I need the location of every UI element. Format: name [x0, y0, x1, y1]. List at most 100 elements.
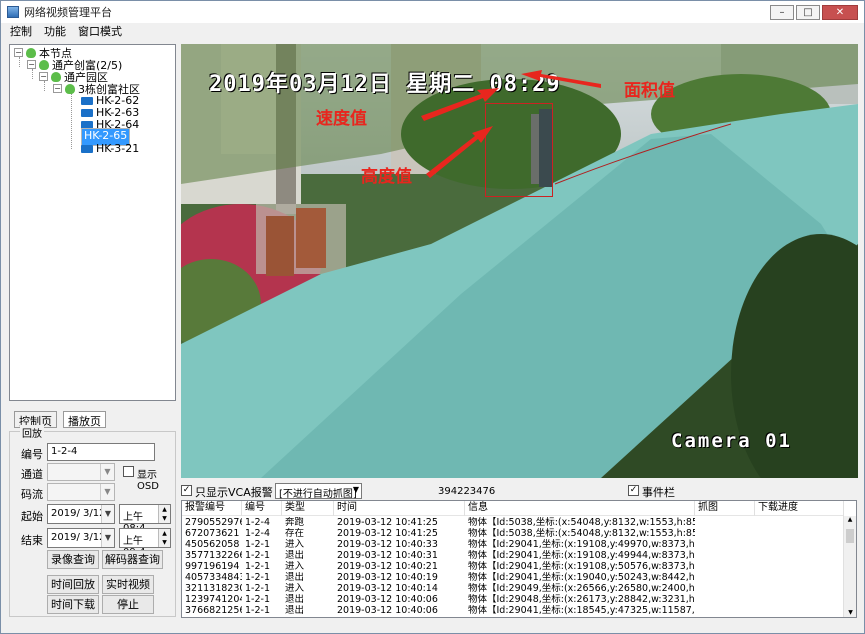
- id-input[interactable]: 1-2-4: [47, 443, 155, 461]
- scroll-thumb[interactable]: [846, 529, 854, 543]
- column-header[interactable]: 抓图: [695, 501, 755, 516]
- time-download-button[interactable]: 时间下载: [47, 595, 99, 614]
- table-cell: 物体【Id:29041,坐标:(x:19108,y:49970,w:8373,h…: [468, 539, 695, 550]
- maximize-button[interactable]: □: [796, 5, 820, 20]
- table-row[interactable]: 2790552976 1-2-4 奔跑 2019-03-12 10:41:25 物体【I…: [182, 517, 844, 528]
- menu-window-mode[interactable]: 窗口模式: [78, 23, 122, 39]
- title-bar[interactable]: 网络视频管理平台 – □ ✕: [1, 1, 864, 23]
- column-header[interactable]: 编号: [242, 501, 282, 516]
- table-cell: 物体【Id:29041,坐标:(x:19108,y:49944,w:8373,h…: [468, 550, 695, 561]
- table-row[interactable]: 450562058 1-2-1 进入 2019-03-12 10:40:33 物体【Id…: [182, 539, 844, 550]
- counter-value: 394223476: [438, 486, 496, 497]
- table-cell: 2019-03-12 10:40:14: [337, 583, 438, 594]
- column-header[interactable]: 时间: [334, 501, 465, 516]
- collapse-icon[interactable]: −: [39, 72, 48, 81]
- chevron-down-icon[interactable]: ▼: [101, 505, 114, 523]
- table-cell: 2019-03-12 10:41:25: [337, 528, 438, 539]
- start-date-picker[interactable]: 2019/ 3/12 ▼: [47, 504, 115, 524]
- table-cell: 1-2-1: [245, 539, 270, 550]
- osd-label: 显示OSD: [137, 470, 159, 492]
- alarm-table: 报警编号 编号 类型 时间 信息 抓图 下载进度 2790552976 1-2-4…: [181, 500, 857, 618]
- table-cell: 3211318230: [185, 583, 242, 594]
- table-cell: 2019-03-12 10:40:06: [337, 605, 438, 616]
- collapse-icon[interactable]: −: [14, 48, 23, 57]
- table-cell: 3577132266: [185, 550, 242, 561]
- menu-control[interactable]: 控制: [10, 23, 32, 39]
- id-label: 编号: [21, 448, 43, 461]
- column-header[interactable]: 类型: [282, 501, 334, 516]
- event-bar-checkbox[interactable]: ✓: [628, 485, 639, 496]
- end-date-picker[interactable]: 2019/ 3/12 ▼: [47, 528, 115, 548]
- decoder-query-button[interactable]: 解码器查询: [102, 550, 163, 569]
- table-cell: 1239741204: [185, 594, 242, 605]
- user-icon: [65, 83, 75, 94]
- start-time-picker[interactable]: 上午 08:4▲▼: [119, 504, 171, 534]
- camera-icon: [81, 108, 93, 117]
- user-icon: [39, 59, 49, 70]
- capture-mode-select[interactable]: [不进行自动抓图] ▼: [275, 483, 362, 500]
- table-cell: 奔跑: [285, 517, 305, 528]
- scroll-down-icon[interactable]: ▼: [844, 609, 856, 616]
- table-cell: 物体【Id:29048,坐标:(x:26173,y:28842,w:3231,h…: [468, 594, 695, 605]
- live-video-button[interactable]: 实时视频: [102, 575, 154, 594]
- start-date-value: 2019/ 3/12: [51, 508, 106, 519]
- collapse-icon[interactable]: −: [27, 60, 36, 69]
- table-cell: 进入: [285, 583, 305, 594]
- record-query-button[interactable]: 录像查询: [47, 550, 99, 569]
- table-row[interactable]: 3766821256 1-2-1 退出 2019-03-12 10:40:06 物体【I…: [182, 605, 844, 616]
- stream-select[interactable]: ▼: [47, 483, 115, 501]
- scroll-up-icon[interactable]: ▲: [844, 516, 856, 523]
- stream-label: 码流: [21, 488, 43, 501]
- table-cell: 进入: [285, 561, 305, 572]
- table-cell: 1-2-4: [245, 517, 270, 528]
- table-row[interactable]: 3577132266 1-2-1 退出 2019-03-12 10:40:31 物体【I…: [182, 550, 844, 561]
- close-button[interactable]: ✕: [822, 5, 858, 20]
- stop-button[interactable]: 停止: [102, 595, 154, 614]
- vertical-scrollbar[interactable]: ▲ ▼: [843, 516, 856, 617]
- table-cell: 退出: [285, 594, 305, 605]
- table-cell: 1-2-1: [245, 550, 270, 561]
- video-view[interactable]: 2019年03月12日 星期二 08:29 Camera 01 速度值 高度值 …: [181, 44, 858, 478]
- table-row[interactable]: 997196194 1-2-1 进入 2019-03-12 10:40:21 物体【Id…: [182, 561, 844, 572]
- table-cell: 1-2-1: [245, 583, 270, 594]
- end-label: 结束: [21, 534, 43, 547]
- table-cell: 997196194: [185, 561, 240, 572]
- tab-playback[interactable]: 播放页: [63, 411, 106, 428]
- table-cell: 450562058: [185, 539, 240, 550]
- column-header[interactable]: 信息: [465, 501, 695, 516]
- area-annotation: 面积值: [624, 81, 675, 101]
- table-cell: 1-2-4: [245, 528, 270, 539]
- menu-function[interactable]: 功能: [44, 23, 66, 39]
- spinner-icon[interactable]: ▲ ▼: [158, 529, 170, 547]
- filter-bar: ✓ 只显示VCA报警 [不进行自动抓图] ▼ 394223476 ✓ 事件栏: [181, 483, 858, 500]
- osd-checkbox[interactable]: [123, 466, 134, 477]
- collapse-icon[interactable]: −: [53, 84, 62, 93]
- user-icon: [51, 71, 61, 82]
- table-cell: 物体【Id:5038,坐标:(x:54048,y:8132,w:1553,h:8…: [468, 528, 695, 539]
- chevron-down-icon[interactable]: ▼: [101, 529, 114, 547]
- column-header[interactable]: 报警编号: [182, 501, 242, 516]
- table-row[interactable]: 672073621 1-2-4 存在 2019-03-12 10:41:25 物体【Id…: [182, 528, 844, 539]
- height-annotation: 高度值: [361, 167, 412, 187]
- table-cell: 退出: [285, 572, 305, 583]
- time-playback-button[interactable]: 时间回放: [47, 575, 99, 594]
- table-row[interactable]: 1239741204 1-2-1 退出 2019-03-12 10:40:06 物体【I…: [182, 594, 844, 605]
- end-time-picker[interactable]: 上午 09:4▲▼: [119, 528, 171, 558]
- table-row[interactable]: 4057334843 1-2-1 退出 2019-03-12 10:40:19 物体【I…: [182, 572, 844, 583]
- user-icon: [26, 47, 36, 58]
- column-header[interactable]: 下载进度: [755, 501, 844, 516]
- vca-only-checkbox[interactable]: ✓: [181, 485, 192, 496]
- chevron-down-icon: ▼: [352, 485, 359, 494]
- speed-annotation: 速度值: [316, 109, 367, 129]
- spinner-icon[interactable]: ▲ ▼: [158, 505, 170, 523]
- table-cell: 672073621: [185, 528, 240, 539]
- table-header: 报警编号 编号 类型 时间 信息 抓图 下载进度: [182, 501, 844, 516]
- channel-label: 通道: [21, 468, 43, 481]
- table-cell: 1-2-1: [245, 572, 270, 583]
- minimize-button[interactable]: –: [770, 5, 794, 20]
- table-row[interactable]: 3211318230 1-2-1 进入 2019-03-12 10:40:14 物体【I…: [182, 583, 844, 594]
- channel-select[interactable]: ▼: [47, 463, 115, 481]
- table-cell: 进入: [285, 539, 305, 550]
- tree-node-camera[interactable]: HK-3-21: [81, 142, 139, 155]
- window-title: 网络视频管理平台: [24, 6, 112, 19]
